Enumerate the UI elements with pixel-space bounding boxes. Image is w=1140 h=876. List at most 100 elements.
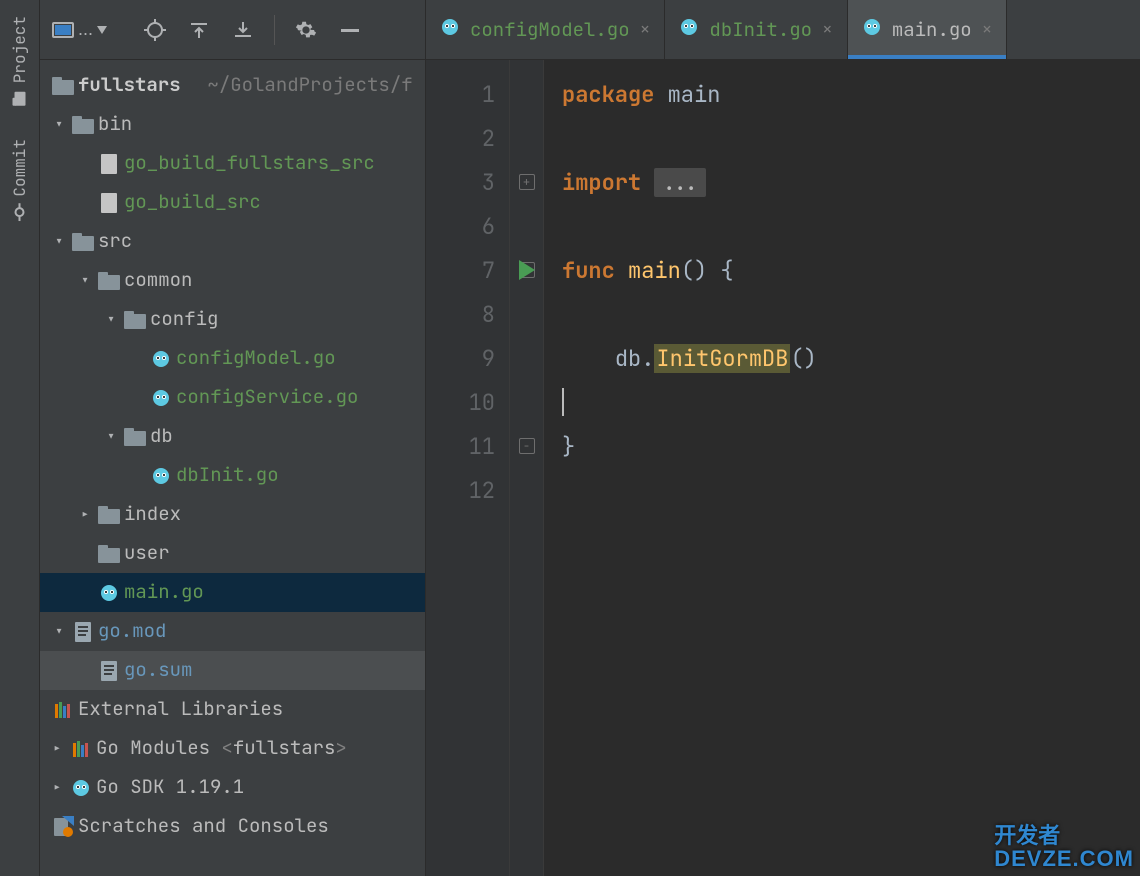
tree-item-label: External Libraries xyxy=(78,695,283,724)
tab-dbinit[interactable]: dbInit.go × xyxy=(665,0,847,59)
chevron-right-icon: ▸ xyxy=(76,503,94,527)
tree-item-external-libraries[interactable]: External Libraries xyxy=(40,690,425,729)
go-file-icon xyxy=(148,466,174,486)
folder-icon xyxy=(50,77,76,95)
libraries-icon xyxy=(50,700,76,720)
fold-expand-icon[interactable]: + xyxy=(519,174,535,190)
folder-icon xyxy=(96,272,122,290)
tree-item-db[interactable]: ▾ db xyxy=(40,417,425,456)
tree-item-go-build-src[interactable]: go_build_src xyxy=(40,183,425,222)
fold-end-icon[interactable]: − xyxy=(519,438,535,454)
tool-window-rail: Project Commit xyxy=(0,0,40,876)
tree-item-label: go_build_fullstars_src xyxy=(124,149,375,178)
line-number: 2 xyxy=(426,116,495,160)
rail-tab-project[interactable]: Project xyxy=(5,0,34,123)
gutter: 1 2 3 6 7 8 9 10 11 12 xyxy=(426,60,510,876)
tree-item-label: main.go xyxy=(124,578,204,607)
folded-imports[interactable]: ... xyxy=(654,168,706,197)
close-icon[interactable]: × xyxy=(822,18,833,41)
line-number: 7 xyxy=(426,248,495,292)
chevron-right-icon: ▸ xyxy=(48,737,66,761)
close-icon[interactable]: × xyxy=(640,18,651,41)
tree-item-label: dbInit.go xyxy=(176,461,279,490)
tree-item-go-mod[interactable]: ▾ go.mod xyxy=(40,612,425,651)
chevron-down-icon: ▾ xyxy=(102,308,120,332)
tree-item-label: Scratches and Consoles xyxy=(78,812,329,841)
go-file-icon xyxy=(96,583,122,603)
tree-item-label: configModel.go xyxy=(176,344,336,373)
tree-item-configservice[interactable]: configService.go xyxy=(40,378,425,417)
line-number: 9 xyxy=(426,336,495,380)
tree-item-scratches[interactable]: Scratches and Consoles xyxy=(40,807,425,846)
project-view-dropdown[interactable]: ... xyxy=(48,13,128,47)
chevron-down-icon: ▾ xyxy=(76,269,94,293)
tree-item-dbinit[interactable]: dbInit.go xyxy=(40,456,425,495)
folder-icon xyxy=(122,311,148,329)
run-gutter-icon[interactable] xyxy=(519,260,535,280)
tree-item-common[interactable]: ▾ common xyxy=(40,261,425,300)
tree-item-user[interactable]: user xyxy=(40,534,425,573)
tree-item-label: bin xyxy=(98,110,132,139)
editor-tabs: configModel.go × dbInit.go × main.go × xyxy=(426,0,1140,60)
tree-root-name: fullstars xyxy=(78,71,181,100)
tree-item-index[interactable]: ▸ index xyxy=(40,495,425,534)
tree-item-go-sdk[interactable]: ▸ Go SDK 1.19.1 xyxy=(40,768,425,807)
hide-panel-button[interactable] xyxy=(333,13,367,47)
file-icon xyxy=(96,192,122,214)
folder-icon xyxy=(122,428,148,446)
tree-root[interactable]: fullstars ~/GolandProjects/f xyxy=(40,66,425,105)
tree-item-configmodel[interactable]: configModel.go xyxy=(40,339,425,378)
libraries-icon xyxy=(68,739,94,759)
tab-configmodel[interactable]: configModel.go × xyxy=(426,0,665,59)
settings-button[interactable] xyxy=(289,13,323,47)
tree-item-config[interactable]: ▾ config xyxy=(40,300,425,339)
go-file-icon xyxy=(148,388,174,408)
chevron-down-icon: ▾ xyxy=(102,425,120,449)
locate-button[interactable] xyxy=(138,13,172,47)
expand-all-button[interactable] xyxy=(182,13,216,47)
line-number: 1 xyxy=(426,72,495,116)
tree-item-go-build-fullstars-src[interactable]: go_build_fullstars_src xyxy=(40,144,425,183)
file-icon xyxy=(96,153,122,175)
tree-item-label: common xyxy=(124,266,192,295)
tree-item-go-modules[interactable]: ▸ Go Modules <fullstars> xyxy=(40,729,425,768)
line-number: 10 xyxy=(426,380,495,424)
tree-item-bin[interactable]: ▾ bin xyxy=(40,105,425,144)
line-number: 11 xyxy=(426,424,495,468)
tree-item-src[interactable]: ▾ src xyxy=(40,222,425,261)
folder-icon xyxy=(70,116,96,134)
tab-label: main.go xyxy=(892,17,972,42)
tree-item-label: index xyxy=(124,500,181,529)
code-area[interactable]: package main import ... func main() { db… xyxy=(544,60,817,876)
line-number: 3 xyxy=(426,160,495,204)
project-toolbar: ... xyxy=(40,0,425,60)
tree-item-main-go[interactable]: main.go xyxy=(40,573,425,612)
editor-body: 1 2 3 6 7 8 9 10 11 12 + − − package mai… xyxy=(426,60,1140,876)
rail-tab-project-label: Project xyxy=(9,16,30,83)
chevron-right-icon: ▸ xyxy=(48,776,66,800)
line-number: 6 xyxy=(426,204,495,248)
tree-item-label: db xyxy=(150,422,173,451)
folder-icon xyxy=(96,506,122,524)
line-number: 8 xyxy=(426,292,495,336)
close-icon[interactable]: × xyxy=(982,18,993,41)
tree-item-go-sum[interactable]: go.sum xyxy=(40,651,425,690)
tab-main[interactable]: main.go × xyxy=(848,0,1008,59)
text-caret xyxy=(562,388,564,416)
rail-tab-commit[interactable]: Commit xyxy=(5,123,34,237)
go-file-icon xyxy=(148,349,174,369)
collapse-all-button[interactable] xyxy=(226,13,260,47)
mod-file-icon xyxy=(96,660,122,682)
go-file-icon xyxy=(440,17,460,43)
project-panel: ... fullstars ~/GolandProjects xyxy=(40,0,426,876)
chevron-down-icon: ▾ xyxy=(50,113,68,137)
tree-item-label: user xyxy=(124,539,170,568)
tree-item-label: go.sum xyxy=(124,656,192,685)
tab-label: configModel.go xyxy=(470,17,630,42)
project-tree: fullstars ~/GolandProjects/f ▾ bin go_bu… xyxy=(40,60,425,876)
commit-side-icon xyxy=(11,201,29,222)
tree-item-label: go_build_src xyxy=(124,188,261,217)
scratches-icon xyxy=(50,816,76,838)
mod-file-icon xyxy=(70,621,96,643)
tree-item-label: Go Modules <fullstars> xyxy=(96,734,347,763)
